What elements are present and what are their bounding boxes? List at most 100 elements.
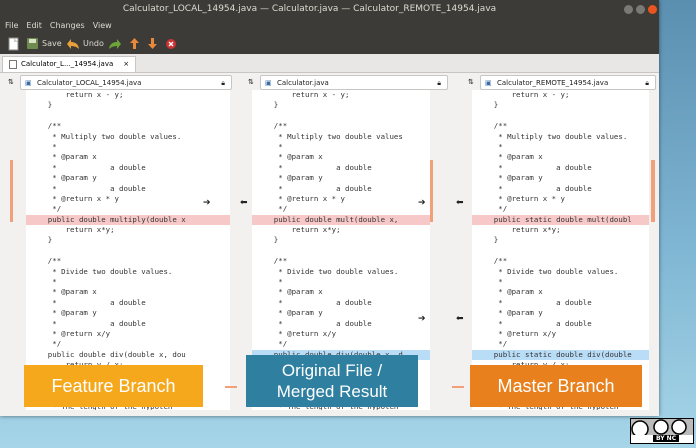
code-line: * @param y: [256, 308, 323, 318]
code-line: }: [256, 235, 279, 245]
maximize-button[interactable]: [636, 5, 645, 14]
right-overview-gutter[interactable]: [649, 90, 659, 410]
local-file-chooser[interactable]: ▣ Calculator_LOCAL_14954.java 🔒︎: [20, 75, 232, 90]
tab-close-icon[interactable]: ×: [123, 57, 129, 72]
new-comparison-button[interactable]: [8, 36, 20, 51]
new-document-icon: [8, 37, 19, 50]
tab-bar: Calculator_L..._14954.java ×: [0, 54, 659, 73]
code-line: /**: [30, 121, 62, 131]
push-left-arrow-icon[interactable]: ⬅: [456, 314, 464, 324]
feature-branch-label: Feature Branch: [51, 375, 176, 396]
code-line: * @param y: [30, 173, 97, 183]
code-line: * @return x * y: [256, 193, 345, 203]
code-line: public static double mult(doubl: [472, 214, 649, 226]
code-line: * @return x/y: [476, 328, 557, 338]
local-pane[interactable]: return x - y; } /** * Multiply two doubl…: [26, 90, 230, 410]
code-line: * Divide two double values.: [256, 266, 399, 276]
base-file-header: ⇅ ▣ Calculator.java 🔒︎: [248, 75, 448, 90]
code-line: * @param x: [256, 152, 323, 162]
close-button[interactable]: [648, 5, 657, 14]
code-line: public static double div(double: [472, 349, 649, 361]
code-line: /**: [256, 121, 288, 131]
toolbar: Save Undo: [0, 33, 659, 54]
menu-changes[interactable]: Changes: [50, 21, 85, 30]
code-line: /**: [476, 256, 508, 266]
code-line: }: [256, 100, 279, 110]
sync-icon[interactable]: ⇅: [468, 75, 474, 89]
minimize-button[interactable]: [624, 5, 633, 14]
save-button[interactable]: Save: [26, 36, 62, 51]
local-file-name: Calculator_LOCAL_14954.java: [37, 79, 142, 87]
code-line: * @param x: [30, 287, 97, 297]
local-file-header: ⇅ ▣ Calculator_LOCAL_14954.java 🔒︎: [6, 75, 236, 90]
push-right-arrow-icon[interactable]: ➔: [418, 198, 426, 208]
code-line: * a double: [256, 162, 372, 172]
code-line: * @param y: [476, 308, 543, 318]
arrow-up-icon: [130, 38, 139, 49]
tab-calculator[interactable]: Calculator_L..._14954.java ×: [2, 56, 137, 72]
code-line: * @param y: [256, 173, 323, 183]
code-line: * @param y: [30, 308, 97, 318]
code-line: public double mult(double x,: [252, 214, 430, 226]
lock-icon: 🔒︎: [437, 79, 441, 87]
stop-icon: [166, 38, 176, 49]
push-left-arrow-icon[interactable]: ⬅: [456, 198, 464, 208]
code-line: */: [476, 204, 508, 214]
push-left-arrow-icon[interactable]: ⬅: [240, 198, 248, 208]
code-line: * a double: [476, 162, 592, 172]
original-file-label: Original File / Merged Result: [276, 361, 388, 401]
code-line: * a double: [476, 297, 592, 307]
remote-code: return x - y; } /** * Multiply two doubl…: [472, 90, 649, 410]
code-line: *: [30, 141, 57, 151]
save-label: Save: [42, 39, 62, 48]
redo-button[interactable]: [108, 36, 122, 51]
menu-edit[interactable]: Edit: [26, 21, 42, 30]
code-line: * @param x: [476, 287, 543, 297]
lock-icon: 🔒︎: [221, 79, 225, 87]
code-line: * a double: [30, 318, 146, 328]
remote-file-chooser[interactable]: ▣ Calculator_REMOTE_14954.java 🔒︎: [480, 75, 656, 90]
local-code: return x - y; } /** * Multiply two doubl…: [26, 90, 230, 410]
push-right-arrow-icon[interactable]: ➔: [203, 198, 211, 208]
right-link-gutter: [430, 90, 454, 410]
base-file-name: Calculator.java: [277, 79, 329, 87]
code-line: */: [30, 204, 62, 214]
feature-branch-callout: Feature Branch: [24, 365, 203, 407]
push-right-arrow-icon[interactable]: ➔: [418, 314, 426, 324]
lock-icon: 🔒︎: [645, 79, 649, 87]
master-branch-callout: Master Branch: [470, 365, 642, 407]
menu-view[interactable]: View: [93, 21, 112, 30]
code-line: * a double: [256, 318, 372, 328]
code-line: return x*y;: [476, 225, 561, 235]
original-file-callout: Original File / Merged Result: [246, 355, 418, 407]
cc-license-badge: BY NC: [630, 418, 694, 444]
save-icon: [27, 38, 38, 49]
code-line: /**: [30, 256, 62, 266]
title-bar: Calculator_LOCAL_14954.java — Calculator…: [0, 0, 659, 19]
code-line: * a double: [30, 162, 146, 172]
undo-button[interactable]: Undo: [66, 36, 104, 51]
code-line: }: [30, 100, 53, 110]
left-overview-gutter[interactable]: [0, 90, 26, 410]
code-line: *: [476, 277, 503, 287]
next-change-button[interactable]: [147, 36, 158, 51]
code-line: * @param y: [476, 173, 543, 183]
menu-file[interactable]: File: [5, 21, 18, 30]
code-line: * Divide two double values.: [476, 266, 619, 276]
sync-icon[interactable]: ⇅: [248, 75, 254, 89]
stop-button[interactable]: [165, 36, 177, 51]
code-line: *: [30, 277, 57, 287]
remote-pane[interactable]: return x - y; } /** * Multiply two doubl…: [472, 90, 649, 410]
code-line: * @return x * y: [30, 193, 119, 203]
connector-line: [452, 386, 464, 388]
code-line: *: [256, 277, 283, 287]
code-line: * a double: [30, 183, 146, 193]
sync-icon[interactable]: ⇅: [8, 75, 14, 89]
code-line: */: [256, 204, 288, 214]
code-line: * Multiply two double values: [256, 131, 403, 141]
code-line: * @return x/y: [30, 328, 111, 338]
previous-change-button[interactable]: [129, 36, 140, 51]
base-file-chooser[interactable]: ▣ Calculator.java 🔒︎: [260, 75, 448, 90]
code-line: *: [476, 141, 503, 151]
